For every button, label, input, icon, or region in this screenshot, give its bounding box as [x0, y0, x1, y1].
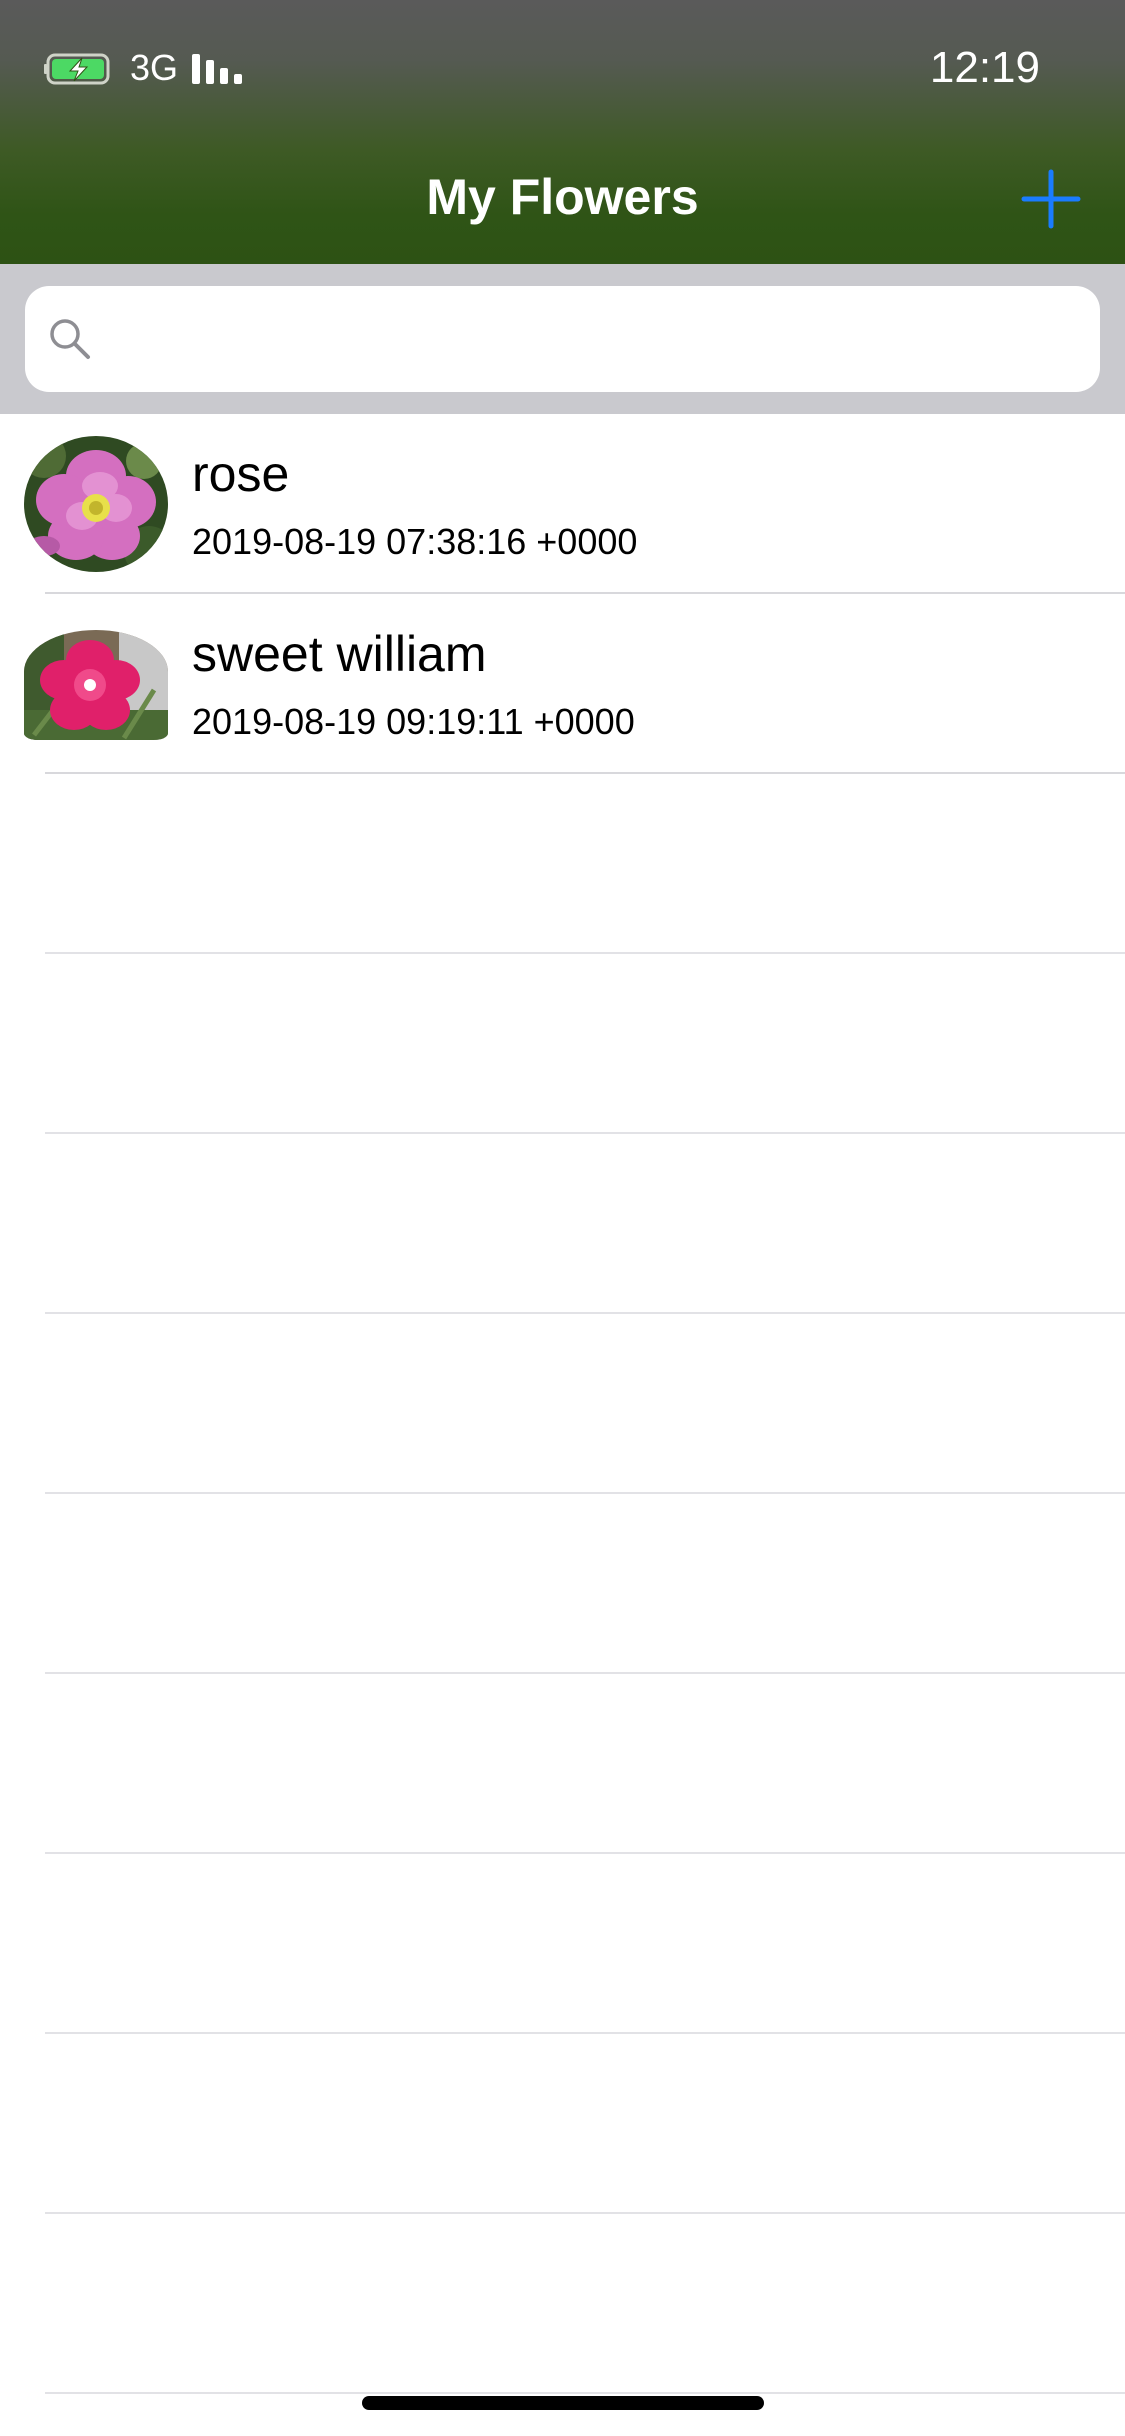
- empty-row: [0, 1854, 1125, 2034]
- empty-row: [0, 1134, 1125, 1314]
- flower-list: rose 2019-08-19 07:38:16 +0000 sweet wil…: [0, 414, 1125, 2394]
- search-input[interactable]: [115, 306, 1079, 374]
- empty-row: [0, 2034, 1125, 2214]
- flower-thumbnail: [24, 436, 168, 572]
- screen: 3G 12:19 My Flowers rose 2019-08-19 07:3…: [0, 0, 1125, 2436]
- add-button[interactable]: [1020, 168, 1082, 230]
- header: 3G 12:19 My Flowers: [0, 0, 1125, 264]
- empty-row: [0, 1494, 1125, 1674]
- empty-row: [0, 774, 1125, 954]
- flower-name: sweet william: [192, 626, 487, 682]
- row-divider: [45, 2392, 1125, 2394]
- flower-thumbnail: [24, 630, 168, 740]
- empty-row: [0, 954, 1125, 1134]
- battery-charging-icon: [44, 53, 110, 85]
- list-item[interactable]: sweet william 2019-08-19 09:19:11 +0000: [0, 594, 1125, 774]
- list-item[interactable]: rose 2019-08-19 07:38:16 +0000: [0, 414, 1125, 594]
- search-icon: [50, 319, 90, 359]
- flower-date: 2019-08-19 07:38:16 +0000: [192, 521, 638, 562]
- flower-date: 2019-08-19 09:19:11 +0000: [192, 701, 635, 742]
- status-bar: 3G 12:19: [0, 0, 1125, 140]
- empty-row: [0, 1674, 1125, 1854]
- flower-name: rose: [192, 446, 290, 502]
- plus-icon: [1021, 169, 1081, 229]
- network-type: 3G: [130, 47, 179, 88]
- search-field[interactable]: [25, 286, 1100, 392]
- page-title: My Flowers: [426, 169, 699, 225]
- home-indicator[interactable]: [362, 2396, 764, 2410]
- search-bar: [0, 264, 1125, 414]
- signal-bars-icon: [192, 54, 242, 84]
- status-time: 12:19: [929, 43, 1040, 92]
- empty-row: [0, 1314, 1125, 1494]
- empty-row: [0, 2214, 1125, 2394]
